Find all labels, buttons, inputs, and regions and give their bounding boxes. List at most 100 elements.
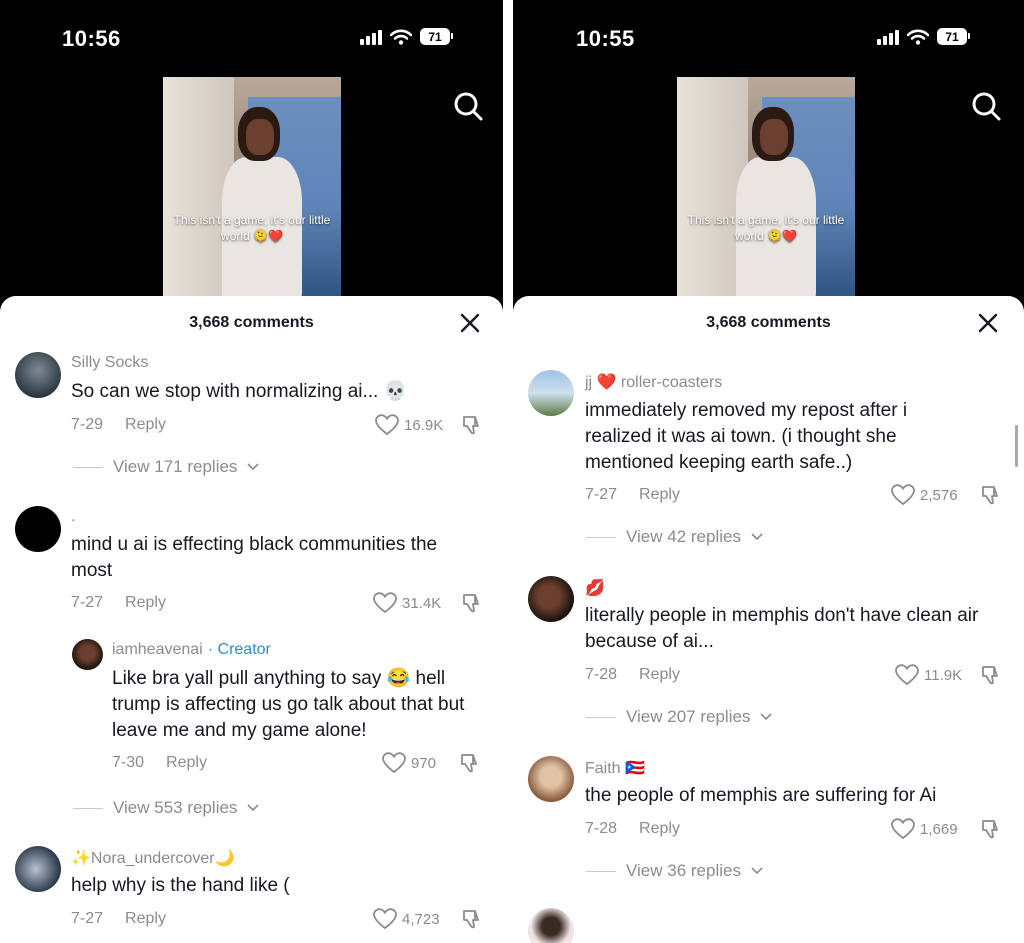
- reply-button[interactable]: Reply: [125, 416, 166, 434]
- comment-text: literally people in memphis don't have c…: [585, 605, 979, 652]
- comment-meta: 7-29 Reply: [71, 416, 166, 434]
- comment-text: the people of memphis are suffering for …: [585, 785, 937, 806]
- comment-username[interactable]: Faith 🇵🇷: [585, 758, 645, 778]
- view-replies-button[interactable]: View 36 replies: [586, 861, 763, 881]
- reply-button[interactable]: Reply: [639, 666, 680, 684]
- avatar[interactable]: [528, 756, 574, 802]
- view-replies-label: View 207 replies: [626, 707, 751, 726]
- like-button[interactable]: 1,669: [891, 818, 958, 840]
- avatar[interactable]: [15, 846, 61, 892]
- view-replies-label: View 171 replies: [113, 457, 238, 476]
- chevron-down-icon: [751, 867, 763, 875]
- comments-count: 3,668 comments: [189, 314, 314, 331]
- chevron-down-icon: [247, 463, 260, 471]
- comment-meta: 7-27 Reply: [71, 594, 166, 612]
- view-replies-button[interactable]: View 207 replies: [586, 707, 773, 727]
- comment-text: So can we stop with normalizing ai... 💀: [71, 381, 408, 402]
- like-button[interactable]: 31.4K: [373, 592, 441, 614]
- close-icon[interactable]: [459, 312, 481, 334]
- creator-username[interactable]: iamheavenai: [112, 641, 203, 659]
- like-button[interactable]: 11.9K: [895, 664, 962, 686]
- comment-text: Like bra yall pull anything to say 😂 hel…: [112, 668, 465, 741]
- comment-username[interactable]: Silly Socks: [71, 354, 148, 372]
- reply-button[interactable]: Reply: [125, 594, 166, 612]
- avatar[interactable]: [15, 352, 61, 398]
- view-replies-button[interactable]: View 42 replies: [586, 527, 763, 547]
- avatar[interactable]: [528, 370, 574, 416]
- like-button[interactable]: 4,723: [373, 908, 440, 930]
- heart-icon: [895, 664, 919, 686]
- comment-date: 7-28: [585, 820, 618, 837]
- video-thumbnail[interactable]: This isn't a game, it's our little world…: [677, 77, 855, 307]
- comment-date: 7-29: [71, 416, 104, 433]
- video-area[interactable]: 10:55 71 This isn't a game, it's our lit…: [513, 0, 1024, 330]
- comment-date: 7-28: [585, 666, 618, 683]
- comment-username[interactable]: 💋: [585, 578, 605, 598]
- status-time: 10:55: [576, 26, 635, 51]
- reply-button[interactable]: Reply: [166, 754, 207, 772]
- view-replies-button[interactable]: View 171 replies: [73, 457, 260, 477]
- heart-icon: [891, 484, 915, 506]
- creator-badge: · Creator: [207, 641, 271, 658]
- avatar[interactable]: [72, 639, 103, 670]
- comment-date: 7-27: [71, 910, 104, 927]
- like-button[interactable]: 2,576: [891, 484, 958, 506]
- search-icon[interactable]: [452, 90, 484, 122]
- chevron-down-icon: [247, 804, 260, 812]
- view-replies-label: View 553 replies: [113, 798, 238, 817]
- comment-username[interactable]: .: [71, 508, 75, 526]
- thumbs-down-icon[interactable]: [980, 818, 1002, 840]
- thumbs-down-icon[interactable]: [461, 414, 483, 436]
- screenshot-left: 10:56 71 This isn't a game, it's our lit…: [0, 0, 503, 943]
- comment-text: help why is the hand like (: [71, 875, 290, 896]
- heart-icon: [373, 908, 397, 930]
- search-icon[interactable]: [970, 90, 1002, 122]
- status-icons: 71: [877, 28, 970, 45]
- screenshot-right: 10:55 71 This isn't a game, it's our lit…: [513, 0, 1024, 943]
- video-caption: This isn't a game, it's our little world…: [173, 213, 331, 243]
- comment-username[interactable]: iamheavenai · Creator: [112, 641, 271, 659]
- like-count: 970: [411, 754, 437, 772]
- comment-text: mind u ai is effecting black communities…: [71, 534, 438, 581]
- thumbs-down-icon[interactable]: [980, 664, 1002, 686]
- like-count: 16.9K: [404, 416, 444, 434]
- wifi-icon: [907, 29, 929, 45]
- reply-button[interactable]: Reply: [639, 486, 680, 504]
- heart-icon: [373, 592, 397, 614]
- thumbs-down-icon[interactable]: [980, 484, 1002, 506]
- heart-icon: [891, 818, 915, 840]
- reply-button[interactable]: Reply: [639, 820, 680, 838]
- cellular-signal-icon: [877, 29, 899, 45]
- heart-icon: [382, 752, 406, 774]
- video-thumbnail[interactable]: This isn't a game, it's our little world…: [163, 77, 341, 307]
- comments-count: 3,668 comments: [706, 314, 831, 331]
- heart-icon: [375, 414, 399, 436]
- like-count: 4,723: [402, 910, 440, 928]
- like-count: 2,576: [920, 486, 958, 504]
- comment-date: 7-27: [71, 594, 104, 611]
- view-replies-label: View 42 replies: [626, 527, 741, 546]
- comment-username[interactable]: jj ❤️ roller-coasters: [585, 372, 722, 392]
- chevron-down-icon: [760, 713, 773, 721]
- thumbs-down-icon[interactable]: [461, 908, 483, 930]
- like-count: 11.9K: [924, 666, 963, 684]
- view-replies-button[interactable]: View 553 replies: [73, 798, 260, 818]
- like-button[interactable]: 970: [382, 752, 436, 774]
- comment-username[interactable]: ✨Nora_undercover🌙: [71, 848, 234, 868]
- thumbs-down-icon[interactable]: [459, 752, 481, 774]
- wifi-icon: [390, 29, 412, 45]
- video-caption: This isn't a game, it's our little world…: [687, 213, 845, 243]
- video-area[interactable]: 10:56 71 This isn't a game, it's our lit…: [0, 0, 503, 330]
- close-icon[interactable]: [977, 312, 999, 334]
- like-button[interactable]: 16.9K: [375, 414, 443, 436]
- comment-date: 7-30: [112, 754, 145, 771]
- comment-meta: 7-30 Reply: [112, 754, 207, 772]
- status-time: 10:56: [62, 26, 121, 51]
- comment-meta: 7-28 Reply: [585, 666, 680, 684]
- reply-button[interactable]: Reply: [125, 910, 166, 928]
- thumbs-down-icon[interactable]: [461, 592, 483, 614]
- scrollbar[interactable]: [1015, 425, 1018, 467]
- avatar[interactable]: [15, 506, 61, 552]
- avatar[interactable]: [528, 576, 574, 622]
- battery-indicator: 71: [937, 28, 970, 45]
